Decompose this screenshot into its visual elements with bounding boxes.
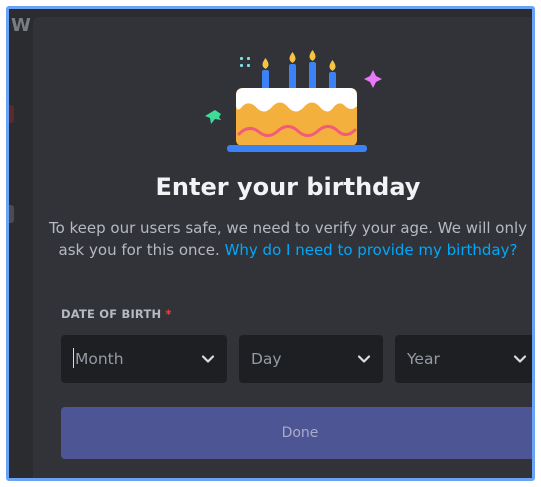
birthday-cake-icon [205, 50, 382, 152]
dialog-description: To keep our users safe, we need to verif… [43, 217, 532, 261]
required-indicator: * [165, 307, 172, 321]
date-of-birth-label: DATE OF BIRTH * [61, 307, 172, 321]
sparkle-cyan-icon [240, 57, 250, 67]
chevron-down-icon [201, 355, 215, 363]
why-birthday-link[interactable]: Why do I need to provide my birthday? [225, 241, 518, 259]
year-placeholder: Year [407, 350, 440, 368]
dialog-title: Enter your birthday [155, 173, 421, 201]
year-select[interactable]: Year [395, 335, 532, 383]
candles [262, 50, 336, 90]
text-cursor [73, 348, 74, 368]
month-select[interactable]: Month [61, 335, 227, 383]
background-accent-gray [9, 205, 14, 223]
day-select[interactable]: Day [239, 335, 383, 383]
month-placeholder: Month [75, 350, 124, 368]
chevron-down-icon [357, 355, 371, 363]
screenshot-frame: W Enter your birthday To keep our users … [6, 6, 535, 481]
background-title: W [11, 15, 32, 36]
done-button[interactable]: Done [61, 407, 532, 459]
sparkle-green-icon [205, 110, 221, 124]
day-placeholder: Day [251, 350, 282, 368]
sparkle-pink-icon [364, 70, 382, 88]
birthday-dialog: Enter your birthday To keep our users sa… [33, 17, 532, 478]
date-of-birth-label-text: DATE OF BIRTH [61, 307, 162, 321]
background-accent-red [9, 105, 14, 123]
chevron-down-icon [513, 355, 527, 363]
